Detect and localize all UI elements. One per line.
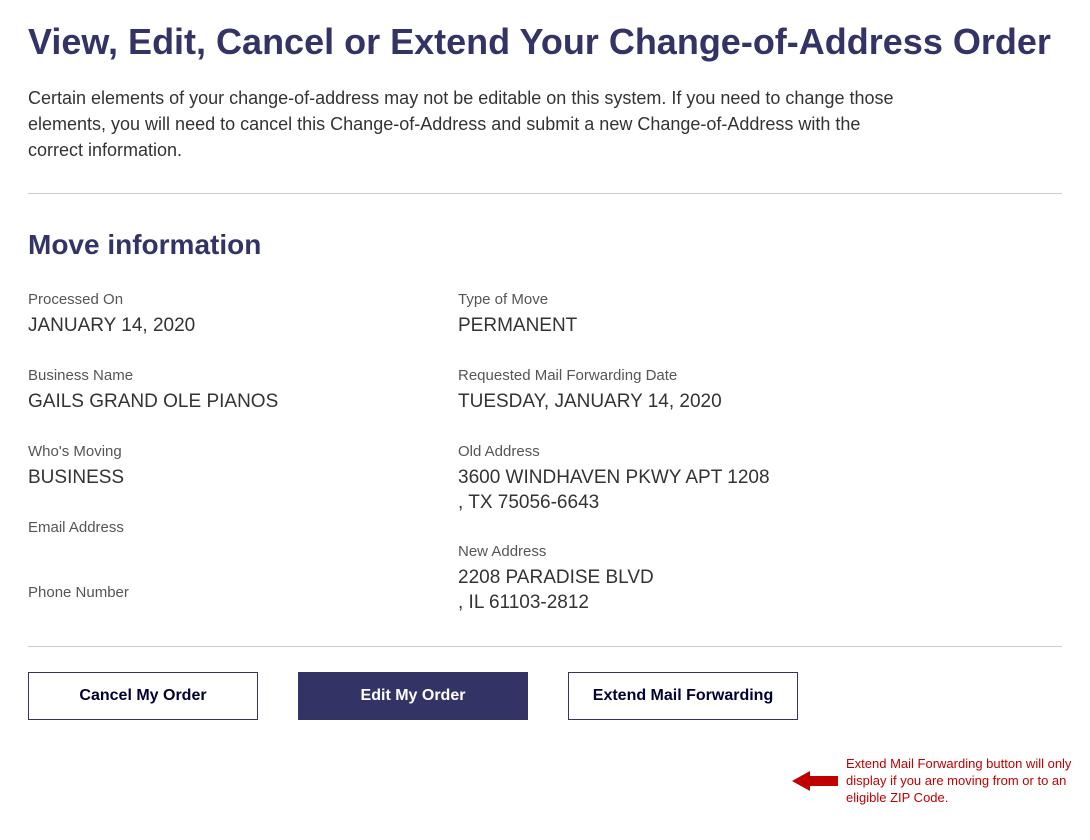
new-address-value: 2208 PARADISE BLVD , IL 61103-2812 [458,566,838,615]
new-address-label: New Address [458,543,838,560]
old-address-value: 3600 WINDHAVEN PKWY APT 1208 , TX 75056-… [458,466,838,515]
intro-text: Certain elements of your change-of-addre… [28,85,908,163]
annotation: Extend Mail Forwarding button will only … [792,756,1076,807]
new-address-field: New Address 2208 PARADISE BLVD , IL 6110… [458,543,838,615]
whos-moving-label: Who's Moving [28,443,428,460]
extend-mail-forwarding-button[interactable]: Extend Mail Forwarding [568,672,798,720]
arrow-left-icon [792,769,838,793]
forwarding-date-value: TUESDAY, JANUARY 14, 2020 [458,390,838,415]
business-name-value: GAILS GRAND OLE PIANOS [28,390,428,415]
whos-moving-field: Who's Moving BUSINESS [28,443,428,491]
old-address-field: Old Address 3600 WINDHAVEN PKWY APT 1208… [458,443,838,515]
old-address-label: Old Address [458,443,838,460]
forwarding-date-label: Requested Mail Forwarding Date [458,367,838,384]
page-title: View, Edit, Cancel or Extend Your Change… [28,20,1062,63]
business-name-field: Business Name GAILS GRAND OLE PIANOS [28,367,428,415]
annotation-text: Extend Mail Forwarding button will only … [846,756,1076,807]
email-address-label: Email Address [28,519,428,536]
button-row: Cancel My Order Edit My Order Extend Mai… [28,672,1062,720]
move-info-grid: Processed On JANUARY 14, 2020 Business N… [28,291,1062,615]
type-of-move-field: Type of Move PERMANENT [458,291,838,339]
processed-on-field: Processed On JANUARY 14, 2020 [28,291,428,339]
edit-my-order-button[interactable]: Edit My Order [298,672,528,720]
business-name-label: Business Name [28,367,428,384]
processed-on-value: JANUARY 14, 2020 [28,314,428,339]
phone-number-label: Phone Number [28,584,428,601]
whos-moving-value: BUSINESS [28,466,428,491]
divider [28,193,1062,194]
right-column: Type of Move PERMANENT Requested Mail Fo… [458,291,838,615]
left-column: Processed On JANUARY 14, 2020 Business N… [28,291,428,615]
cancel-my-order-button[interactable]: Cancel My Order [28,672,258,720]
section-title: Move information [28,229,1062,261]
type-of-move-label: Type of Move [458,291,838,308]
divider-bottom [28,646,1062,647]
type-of-move-value: PERMANENT [458,314,838,339]
forwarding-date-field: Requested Mail Forwarding Date TUESDAY, … [458,367,838,415]
processed-on-label: Processed On [28,291,428,308]
